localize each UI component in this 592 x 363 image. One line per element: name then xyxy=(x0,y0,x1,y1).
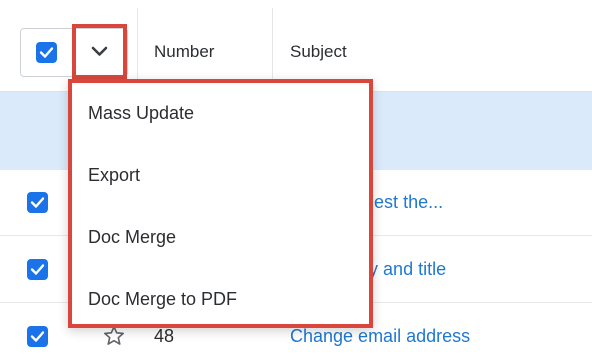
menu-item-mass-update[interactable]: Mass Update xyxy=(72,83,369,143)
actions-dropdown-menu: Mass Update Export Doc Merge Doc Merge t… xyxy=(68,79,373,328)
actions-dropdown-button[interactable] xyxy=(72,24,127,79)
row-checkbox[interactable] xyxy=(27,192,48,213)
menu-item-export[interactable]: Export xyxy=(72,145,369,205)
checkmark-icon xyxy=(30,331,45,342)
column-header-number[interactable]: Number xyxy=(154,42,214,62)
select-all-checkbox[interactable] xyxy=(36,42,57,63)
menu-item-doc-merge[interactable]: Doc Merge xyxy=(72,207,369,267)
checkmark-icon xyxy=(30,264,45,275)
menu-item-doc-merge-pdf[interactable]: Doc Merge to PDF xyxy=(72,269,369,329)
checkmark-icon xyxy=(39,47,54,58)
row-subject-link[interactable]: Change email address xyxy=(290,326,470,347)
row-number: 48 xyxy=(154,326,175,346)
row-checkbox[interactable] xyxy=(27,259,48,280)
list-view: Number Subject ike to request the... e c… xyxy=(0,0,592,363)
checkmark-icon xyxy=(30,197,45,208)
chevron-down-icon xyxy=(91,46,108,56)
column-header-subject[interactable]: Subject xyxy=(290,42,347,62)
row-checkbox[interactable] xyxy=(27,326,48,347)
